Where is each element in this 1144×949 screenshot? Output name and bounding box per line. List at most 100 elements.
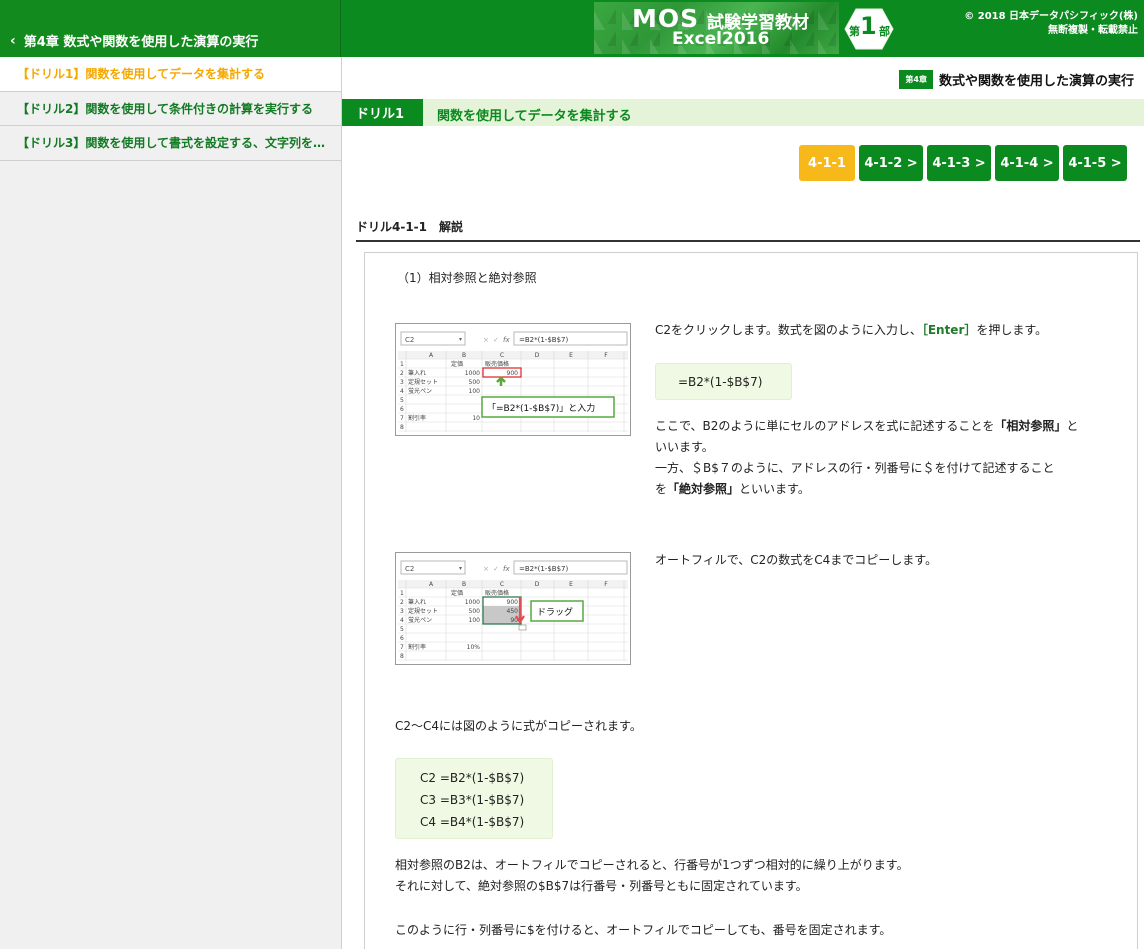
- section-title: ドリル4-1-1 解説: [356, 220, 464, 234]
- chapter-title: 数式や関数を使用した演算の実行: [938, 74, 1134, 89]
- namebox-text: C2: [405, 336, 414, 344]
- sub-drill-tabs: 4-1-1 4-1-2 > 4-1-3 > 4-1-4 > 4-1-5 >: [799, 145, 1127, 181]
- drill-tag: ドリル1: [342, 99, 423, 126]
- sidebar: 【ドリル1】関数を使用してデータを集計する 【ドリル2】関数を使用して条件付きの…: [0, 57, 342, 949]
- cell-a2: 筆入れ: [408, 369, 426, 377]
- row-4: 4: [400, 388, 404, 395]
- row-8: 8: [400, 653, 404, 660]
- summary-note: このように行・列番号に$を付けると、オートフィルでコピーしても、番号を固定されま…: [395, 923, 892, 937]
- excel-screenshot-input: C2 ▾ × ✓ fx =B2*(1-$B$7) A B C D E F 1 2…: [395, 323, 631, 436]
- cell-a2: 筆入れ: [408, 598, 426, 606]
- tab-4-1-1[interactable]: 4-1-1: [799, 145, 855, 181]
- row-5: 5: [400, 626, 404, 633]
- col-header-e: E: [569, 352, 573, 359]
- col-header-d: D: [535, 581, 540, 588]
- cell-b2: 1000: [465, 370, 480, 377]
- term-relative-reference: 「相対参照」: [994, 419, 1067, 433]
- sidebar-item-drill3[interactable]: 【ドリル3】関数を使用して書式を設定する、文字列を…: [0, 126, 341, 161]
- note-line-2: それに対して、絶対参照の$B$7は行番号・列番号ともに固定されています。: [395, 879, 808, 893]
- cell-b1: 定価: [451, 360, 463, 368]
- cell-a3: 定規セット: [408, 378, 438, 386]
- row-3: 3: [400, 379, 404, 386]
- exp-text-1: ここで、B2のように単にセルのアドレスを式に記述することを: [655, 419, 995, 433]
- formula-text: =B2*(1-$B$7): [678, 374, 763, 389]
- col-header-e: E: [569, 581, 573, 588]
- cell-b3: 500: [469, 608, 481, 615]
- formula-c2: C2 =B2*(1-$B$7): [420, 771, 525, 785]
- cell-b7: 10%: [467, 644, 481, 651]
- cancel-x-icon: ×: [483, 336, 489, 344]
- col-header-f: F: [604, 581, 608, 588]
- row-8: 8: [400, 424, 404, 431]
- autofill-options-icon: [518, 624, 527, 631]
- step1-text-a: C2をクリックします。数式を図のように入力し、: [655, 323, 922, 337]
- formula-bar-text: =B2*(1-$B$7): [519, 336, 568, 344]
- chevron-left-icon: ‹: [10, 32, 16, 49]
- copyright-line: © 2018 日本データパシフィック(株): [964, 11, 1138, 22]
- excel-screenshot-autofill: C2 ▾ × ✓ fx =B2*(1-$B$7) A B C D E F 1 2…: [395, 552, 631, 665]
- cell-a7: 割引率: [408, 643, 426, 651]
- cell-b3: 500: [469, 379, 481, 386]
- row-4: 4: [400, 617, 404, 624]
- callout-input-text: 「=B2*(1-$B$7)」と入力: [487, 402, 595, 414]
- row-1: 1: [400, 361, 404, 368]
- row-2: 2: [400, 370, 404, 377]
- namebox-text: C2: [405, 565, 414, 573]
- badge-bu: 部: [879, 25, 890, 38]
- chapter-badge: 第4章: [899, 70, 933, 89]
- mos-banner-logo: MOS 試験学習教材 Excel2016 第 1 部: [594, 2, 894, 54]
- cell-c1: 販売価格: [485, 589, 509, 597]
- formula-example: =B2*(1-$B$7): [655, 363, 792, 400]
- chapter-heading: 第4章 数式や関数を使用した演算の実行: [899, 70, 1134, 89]
- drill-header-bar: ドリル1 関数を使用してデータを集計する: [342, 99, 1144, 126]
- row-6: 6: [400, 635, 404, 642]
- cell-c2: 900: [507, 599, 519, 606]
- col-header-c: C: [500, 581, 504, 588]
- col-header-b: B: [462, 352, 466, 359]
- exp-text-3: 一方、＄B$７のように、アドレスの行・列番号に＄を付けて記述すること: [655, 461, 1055, 475]
- sidebar-item-drill1[interactable]: 【ドリル1】関数を使用してデータを集計する: [0, 57, 341, 92]
- col-header-c: C: [500, 352, 504, 359]
- col-header-d: D: [535, 352, 540, 359]
- note-line-1: 相対参照のB2は、オートフィルでコピーされると、行番号が1つずつ相対的に繰り上が…: [395, 858, 909, 872]
- row-3: 3: [400, 608, 404, 615]
- step1-text-b: を押します。: [976, 323, 1048, 337]
- row-7: 7: [400, 415, 404, 422]
- top-header: ‹ 第4章 数式や関数を使用した演算の実行 MOS 試験学習教材 Excel20…: [0, 0, 1144, 57]
- badge-dai: 第: [849, 25, 860, 38]
- step1-instruction: C2をクリックします。数式を図のように入力し、［Enter］を押します。: [655, 320, 1115, 341]
- copied-result-text: C2～C4には図のように式がコピーされます。: [395, 719, 642, 733]
- copyright-note: 無断複製・転載禁止: [1048, 25, 1138, 36]
- cell-b4: 100: [469, 617, 481, 624]
- back-button[interactable]: ‹ 第4章 数式や関数を使用した演算の実行: [10, 31, 259, 51]
- col-header-b: B: [462, 581, 466, 588]
- confirm-check-icon: ✓: [493, 336, 499, 344]
- section-divider: [356, 240, 1140, 242]
- relative-note: 相対参照のB2は、オートフィルでコピーされると、行番号が1つずつ相対的に繰り上が…: [395, 855, 1115, 897]
- cell-b7: 10: [472, 415, 480, 422]
- tab-4-1-3[interactable]: 4-1-3 >: [927, 145, 991, 181]
- tab-4-1-2[interactable]: 4-1-2 >: [859, 145, 923, 181]
- subheading: （1）相対参照と絶対参照: [397, 271, 537, 285]
- row-6: 6: [400, 406, 404, 413]
- tab-4-1-4[interactable]: 4-1-4 >: [995, 145, 1059, 181]
- formula-bar-text: =B2*(1-$B$7): [519, 565, 568, 573]
- cell-b1: 定価: [451, 589, 463, 597]
- back-label: 第4章 数式や関数を使用した演算の実行: [23, 35, 259, 50]
- tab-4-1-5[interactable]: 4-1-5 >: [1063, 145, 1127, 181]
- cell-a4: 蛍光ペン: [408, 616, 432, 624]
- header-left-panel: ‹ 第4章 数式や関数を使用した演算の実行: [0, 0, 341, 57]
- cancel-x-icon: ×: [483, 565, 489, 573]
- copied-formulas-box: C2 =B2*(1-$B$7) C3 =B3*(1-$B$7) C4 =B4*(…: [395, 758, 553, 839]
- row-7: 7: [400, 644, 404, 651]
- dropdown-arrow-icon: ▾: [459, 336, 462, 343]
- badge-number: 1: [860, 12, 877, 40]
- exp-text-5: といいます。: [739, 482, 810, 496]
- cell-b2: 1000: [465, 599, 480, 606]
- sidebar-item-drill2[interactable]: 【ドリル2】関数を使用して条件付きの計算を実行する: [0, 91, 341, 126]
- dropdown-arrow-icon: ▾: [459, 565, 462, 572]
- callout-drag-text: ドラッグ: [537, 606, 573, 618]
- enter-key-label: ［Enter］: [921, 323, 977, 337]
- formula-c4: C4 =B4*(1-$B$7): [420, 815, 525, 829]
- exp-text-4: を: [655, 482, 668, 496]
